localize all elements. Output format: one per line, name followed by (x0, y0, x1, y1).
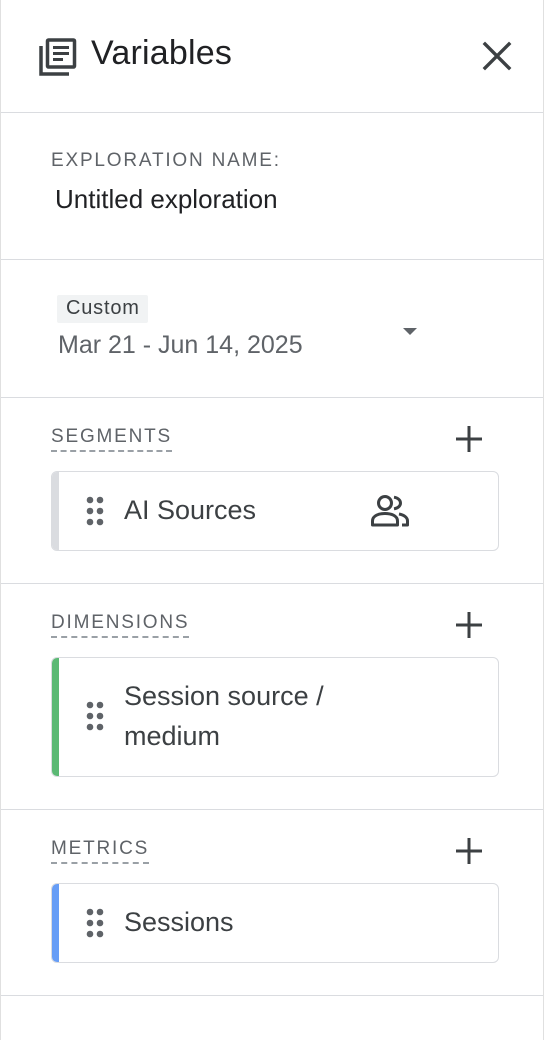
add-metric-plus-icon[interactable] (452, 834, 486, 868)
add-segment-plus-icon[interactable] (452, 422, 486, 456)
dimension-accent-bar (52, 658, 59, 776)
library-books-icon (39, 38, 77, 76)
exploration-name-label: EXPLORATION NAME: (51, 150, 281, 171)
date-range-selector[interactable]: Custom Mar 21 - Jun 14, 2025 (1, 260, 543, 398)
date-range-value: Mar 21 - Jun 14, 2025 (58, 331, 303, 359)
segments-title[interactable]: SEGMENTS (51, 426, 173, 452)
dimensions-title[interactable]: DIMENSIONS (51, 612, 190, 638)
metric-label: Sessions (124, 907, 234, 937)
metric-accent-bar (52, 884, 59, 962)
close-icon[interactable] (479, 38, 515, 74)
segment-chip-ai-sources[interactable]: AI Sources (51, 471, 499, 551)
exploration-name-section: EXPLORATION NAME: Untitled exploration (1, 113, 543, 260)
segment-label: AI Sources (124, 495, 257, 525)
dimension-chip-session-source-medium[interactable]: Session source / medium (51, 657, 499, 777)
drag-handle-icon[interactable] (84, 699, 106, 733)
panel-title: Variables (91, 34, 233, 72)
metrics-title[interactable]: METRICS (51, 838, 150, 864)
date-range-type-chip: Custom (57, 295, 148, 323)
dimension-label: Session source / medium (124, 681, 324, 751)
exploration-name-field[interactable]: Untitled exploration (55, 184, 278, 215)
segment-accent-bar (52, 472, 59, 550)
panel-header: Variables (1, 0, 543, 113)
variables-panel: Variables EXPLORATION NAME: Untitled exp… (0, 0, 544, 1040)
arrow-drop-down-icon[interactable] (399, 320, 421, 342)
drag-handle-icon[interactable] (84, 906, 106, 940)
people-icon (371, 495, 409, 527)
metrics-section: METRICS Sessions (1, 810, 543, 996)
metric-chip-sessions[interactable]: Sessions (51, 883, 499, 963)
dimensions-section: DIMENSIONS Session source / medium (1, 584, 543, 810)
segments-section: SEGMENTS AI Sources (1, 398, 543, 584)
drag-handle-icon[interactable] (84, 494, 106, 528)
add-dimension-plus-icon[interactable] (452, 608, 486, 642)
